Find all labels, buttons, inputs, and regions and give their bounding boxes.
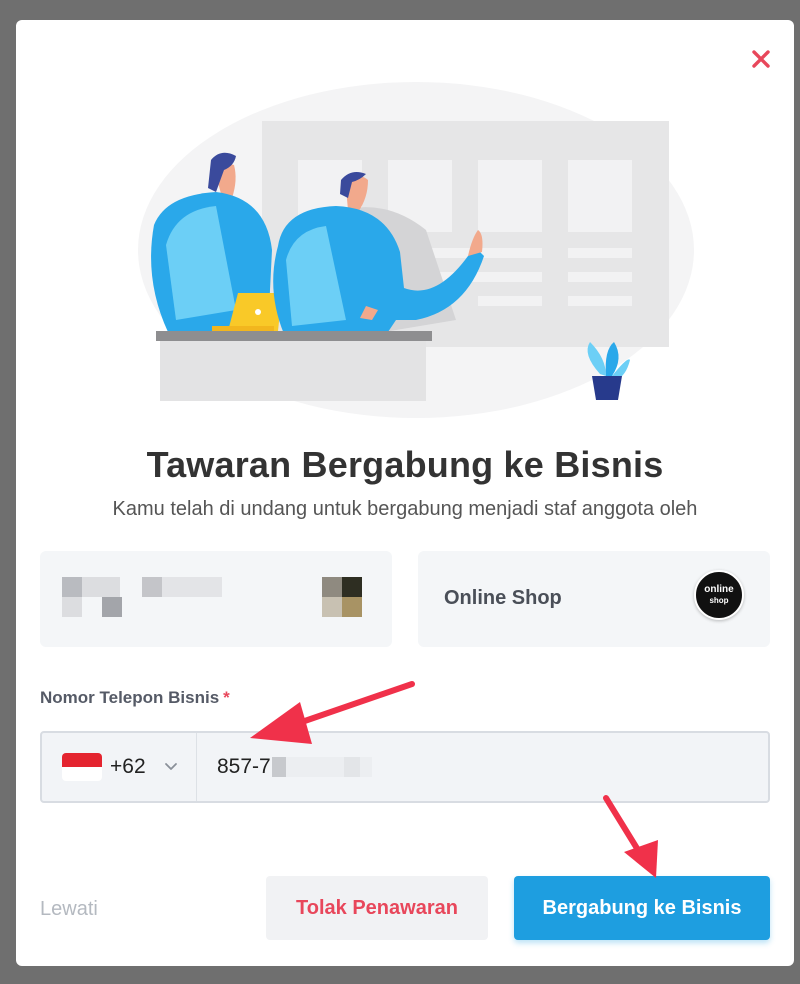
- indonesia-flag-icon: [62, 753, 102, 781]
- business-logo-text: online: [704, 584, 734, 595]
- business-logo: online shop: [694, 570, 744, 620]
- business-name: Online Shop: [444, 587, 562, 609]
- hero-illustration: [138, 82, 694, 418]
- business-card: Online Shop online shop: [418, 551, 770, 647]
- join-business-button[interactable]: Bergabung ke Bisnis: [514, 876, 770, 940]
- skip-link[interactable]: Lewati: [40, 898, 98, 921]
- business-logo-text: shop: [709, 596, 729, 605]
- phone-field-label: Nomor Telepon Bisnis *: [40, 688, 230, 708]
- phone-field: +62: [40, 731, 770, 803]
- phone-number-redacted: [272, 757, 286, 777]
- dialog-subtitle: Kamu telah di undang untuk bergabung men…: [112, 498, 698, 520]
- phone-number-redacted: [344, 757, 360, 777]
- dialog-title: Tawaran Bergabung ke Bisnis: [146, 444, 664, 485]
- inviter-card: [40, 551, 392, 647]
- join-business-dialog: Tawaran Bergabung ke Bisnis Kamu telah d…: [16, 20, 794, 966]
- reject-offer-button[interactable]: Tolak Penawaran: [266, 876, 488, 940]
- country-code-select[interactable]: +62: [42, 733, 197, 801]
- inviter-avatar-redacted: [322, 577, 362, 617]
- chevron-down-icon: [165, 763, 177, 770]
- country-dial-code: +62: [110, 755, 146, 778]
- required-marker: *: [223, 688, 230, 707]
- phone-field-label-text: Nomor Telepon Bisnis: [40, 688, 220, 707]
